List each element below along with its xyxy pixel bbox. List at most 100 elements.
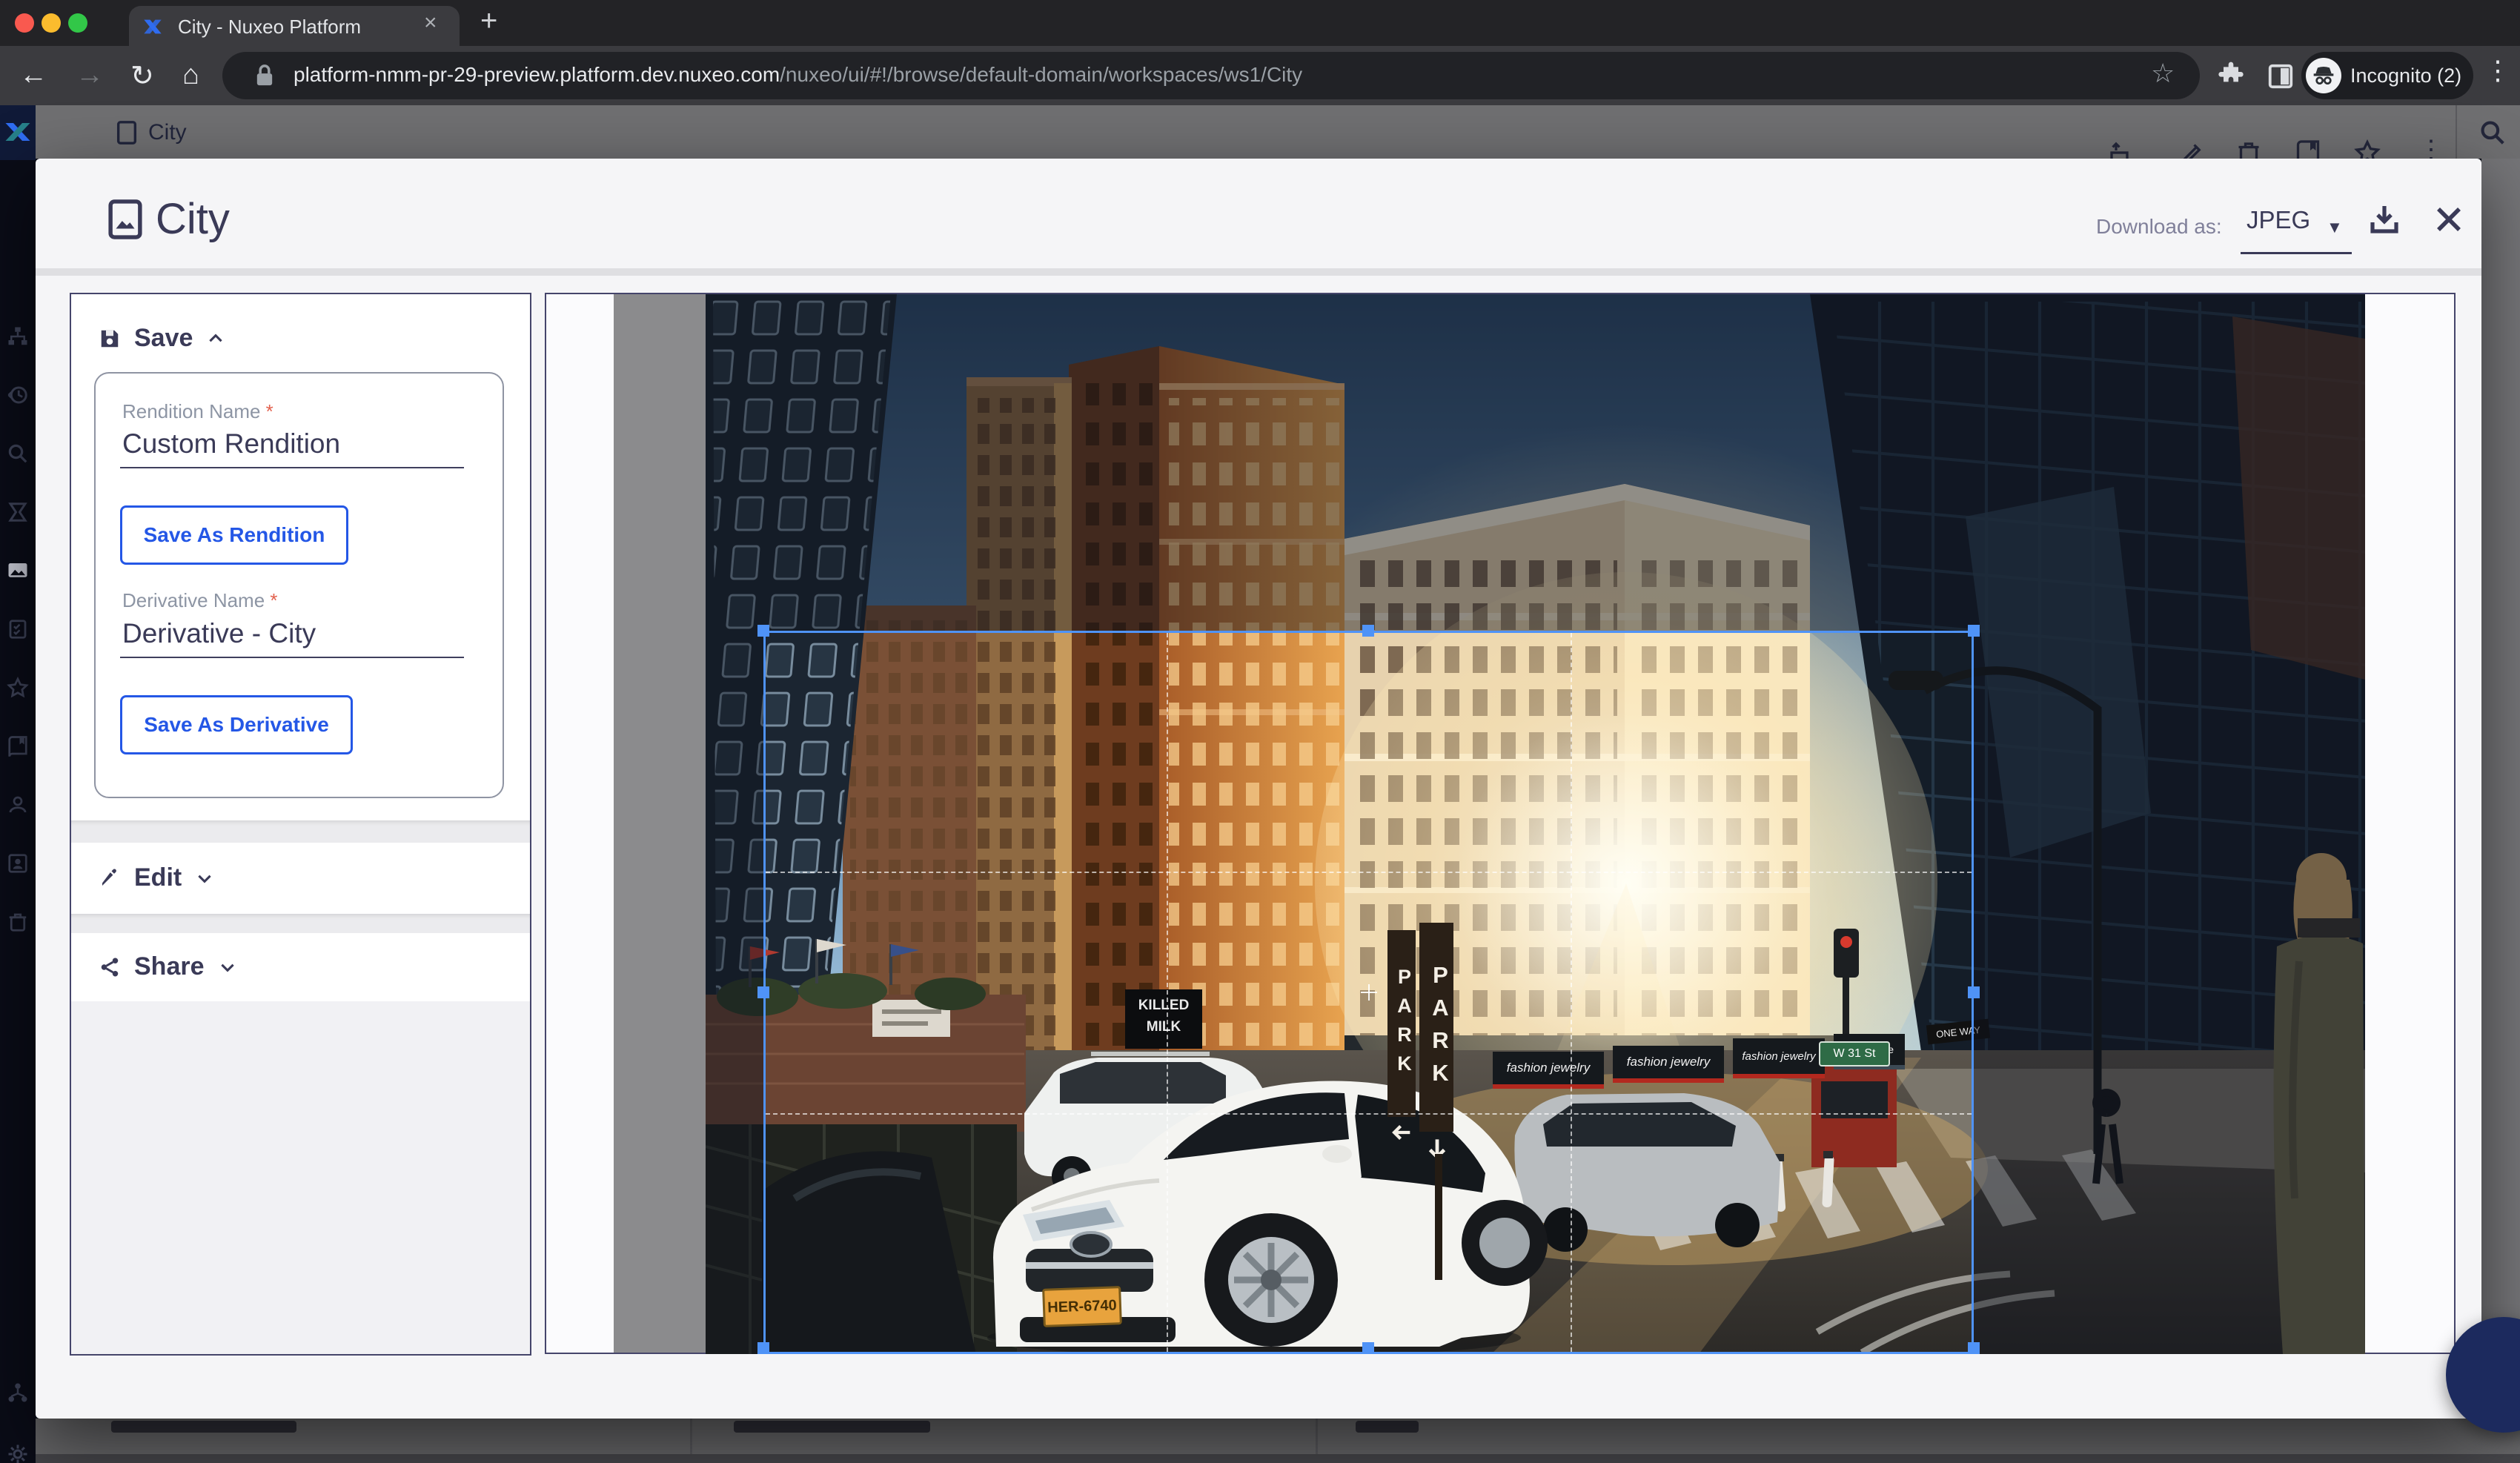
- section-gap: [71, 820, 530, 843]
- image-viewer-panel: PARK PARK KILLEDMILK fashion jewelry fas…: [545, 293, 2456, 1354]
- reload-icon[interactable]: ↻: [130, 59, 154, 93]
- sidebar-favorites-icon[interactable]: [7, 677, 29, 699]
- input-underline: [120, 657, 464, 658]
- dimmed-page-header: City ⋮: [36, 105, 2520, 159]
- photo-canvas[interactable]: PARK PARK KILLEDMILK fashion jewelry fas…: [706, 294, 2365, 1354]
- dialog-title: City: [156, 194, 230, 244]
- incognito-avatar: [2306, 58, 2341, 93]
- dimmed-breadcrumb-title: City: [148, 120, 187, 145]
- extensions-puzzle-icon[interactable]: [2216, 61, 2246, 90]
- incognito-badge[interactable]: Incognito (2): [2301, 52, 2473, 99]
- derivative-name-input[interactable]: Derivative - City: [122, 618, 316, 649]
- sidebar-admin-icon[interactable]: [7, 1381, 29, 1404]
- share-section-header[interactable]: Share: [99, 952, 237, 981]
- crop-dim-right: [1974, 631, 2365, 1354]
- rendition-name-label: Rendition Name *: [122, 400, 273, 423]
- sidebar-browse-icon[interactable]: [7, 325, 29, 348]
- close-tab-icon[interactable]: ×: [424, 10, 437, 36]
- edit-section-header[interactable]: Edit: [99, 863, 214, 892]
- collections-icon: [2295, 139, 2321, 159]
- crop-handle-se[interactable]: [1968, 1342, 1980, 1354]
- crop-dim-left: [706, 631, 763, 1354]
- zoom-window-button[interactable]: [68, 13, 87, 33]
- crop-handle-sw[interactable]: [757, 1342, 769, 1354]
- favorite-star-icon: [2354, 139, 2381, 159]
- dialog-title-row: City: [108, 194, 230, 244]
- dimmed-text: [734, 1421, 930, 1433]
- header-divider: [36, 268, 2481, 276]
- new-tab-button[interactable]: +: [480, 4, 497, 38]
- rendition-name-input[interactable]: Custom Rendition: [122, 428, 340, 460]
- tools-panel: Save Rendition Name * Custom Rendition S…: [70, 293, 531, 1356]
- sidebar-trash-icon[interactable]: [7, 911, 29, 933]
- chevron-down-icon: [218, 958, 237, 977]
- tab-title: City - Nuxeo Platform: [178, 16, 361, 39]
- export-icon: [2107, 139, 2134, 159]
- trash-icon: [2235, 139, 2262, 159]
- crop-handle-ne[interactable]: [1968, 625, 1980, 637]
- section-gap: [71, 914, 530, 933]
- divider: [2456, 105, 2457, 159]
- input-underline: [120, 467, 464, 468]
- image-document-icon: [108, 199, 142, 240]
- url-host: platform-nmm-pr-29-preview.platform.dev.…: [294, 63, 780, 86]
- incognito-label: Incognito (2): [2350, 64, 2461, 87]
- share-section-title: Share: [134, 952, 205, 981]
- sidebar-contacts-icon[interactable]: [7, 852, 29, 875]
- crop-handle-w[interactable]: [757, 986, 769, 998]
- save-as-derivative-button[interactable]: Save As Derivative: [120, 695, 353, 754]
- incognito-hat-icon: [2312, 64, 2335, 87]
- save-form-card: Rendition Name * Custom Rendition Save A…: [94, 372, 504, 798]
- crop-handle-n[interactable]: [1362, 625, 1374, 637]
- edit-section-title: Edit: [134, 863, 182, 892]
- download-icon[interactable]: [2367, 202, 2402, 237]
- sidebar-collections-icon[interactable]: [7, 735, 29, 757]
- back-icon[interactable]: ←: [19, 59, 47, 91]
- close-window-button[interactable]: [15, 13, 34, 33]
- required-marker: *: [266, 400, 273, 422]
- nuxeo-sidebar: [0, 105, 36, 1463]
- save-floppy-icon: [99, 328, 121, 350]
- image-editor-dialog: City Download as: JPEG ▼ Save: [36, 159, 2481, 1419]
- sidebar-profile-icon[interactable]: [7, 794, 29, 816]
- required-marker: *: [270, 589, 277, 611]
- forward-icon[interactable]: →: [76, 59, 104, 91]
- chevron-up-icon: [206, 329, 225, 348]
- url-text: platform-nmm-pr-29-preview.platform.dev.…: [294, 63, 1302, 87]
- share-icon: [99, 956, 121, 978]
- viewer-stage: PARK PARK KILLEDMILK fashion jewelry fas…: [614, 294, 2350, 1353]
- dimmed-breadcrumb: City: [116, 120, 187, 145]
- crop-handle-e[interactable]: [1968, 986, 1980, 998]
- nuxeo-logo[interactable]: [0, 105, 36, 160]
- minimize-window-button[interactable]: [42, 13, 61, 33]
- save-section: Save Rendition Name * Custom Rendition S…: [71, 294, 530, 820]
- dimmed-footer-bar: [36, 1454, 2520, 1463]
- crop-handle-s[interactable]: [1362, 1342, 1374, 1354]
- crop-selection[interactable]: [763, 631, 1974, 1354]
- browser-menu-icon[interactable]: ⋮: [2484, 55, 2511, 86]
- format-select[interactable]: JPEG ▼: [2241, 203, 2352, 254]
- sidebar-assets-icon[interactable]: [7, 560, 29, 582]
- derivative-name-label: Derivative Name *: [122, 589, 278, 612]
- sidebar-settings-gear-icon[interactable]: [7, 1443, 29, 1463]
- save-as-rendition-button[interactable]: Save As Rendition: [120, 505, 348, 565]
- bookmark-star-icon[interactable]: ☆: [2151, 58, 2175, 89]
- tab-panel-icon[interactable]: [2267, 62, 2295, 90]
- save-section-title: Save: [134, 324, 193, 353]
- home-icon[interactable]: ⌂: [182, 59, 199, 91]
- close-dialog-icon[interactable]: [2431, 202, 2467, 237]
- chevron-down-icon: [195, 869, 214, 888]
- crop-handle-nw[interactable]: [757, 625, 769, 637]
- nuxeo-favicon: [142, 16, 163, 37]
- sidebar-workflow-icon[interactable]: [7, 618, 29, 640]
- dimmed-right-column: [2481, 159, 2520, 1419]
- edit-section: Edit: [71, 843, 530, 914]
- caret-down-icon: ▼: [2327, 218, 2343, 237]
- sidebar-recents-icon[interactable]: [7, 384, 29, 406]
- document-icon: [116, 120, 138, 145]
- more-menu-icon: ⋮: [2418, 135, 2444, 159]
- sidebar-tasks-icon[interactable]: [7, 501, 29, 523]
- save-section-header[interactable]: Save: [99, 324, 225, 353]
- sidebar-search-icon[interactable]: [7, 442, 29, 465]
- edit-pencil-icon: [2178, 139, 2204, 159]
